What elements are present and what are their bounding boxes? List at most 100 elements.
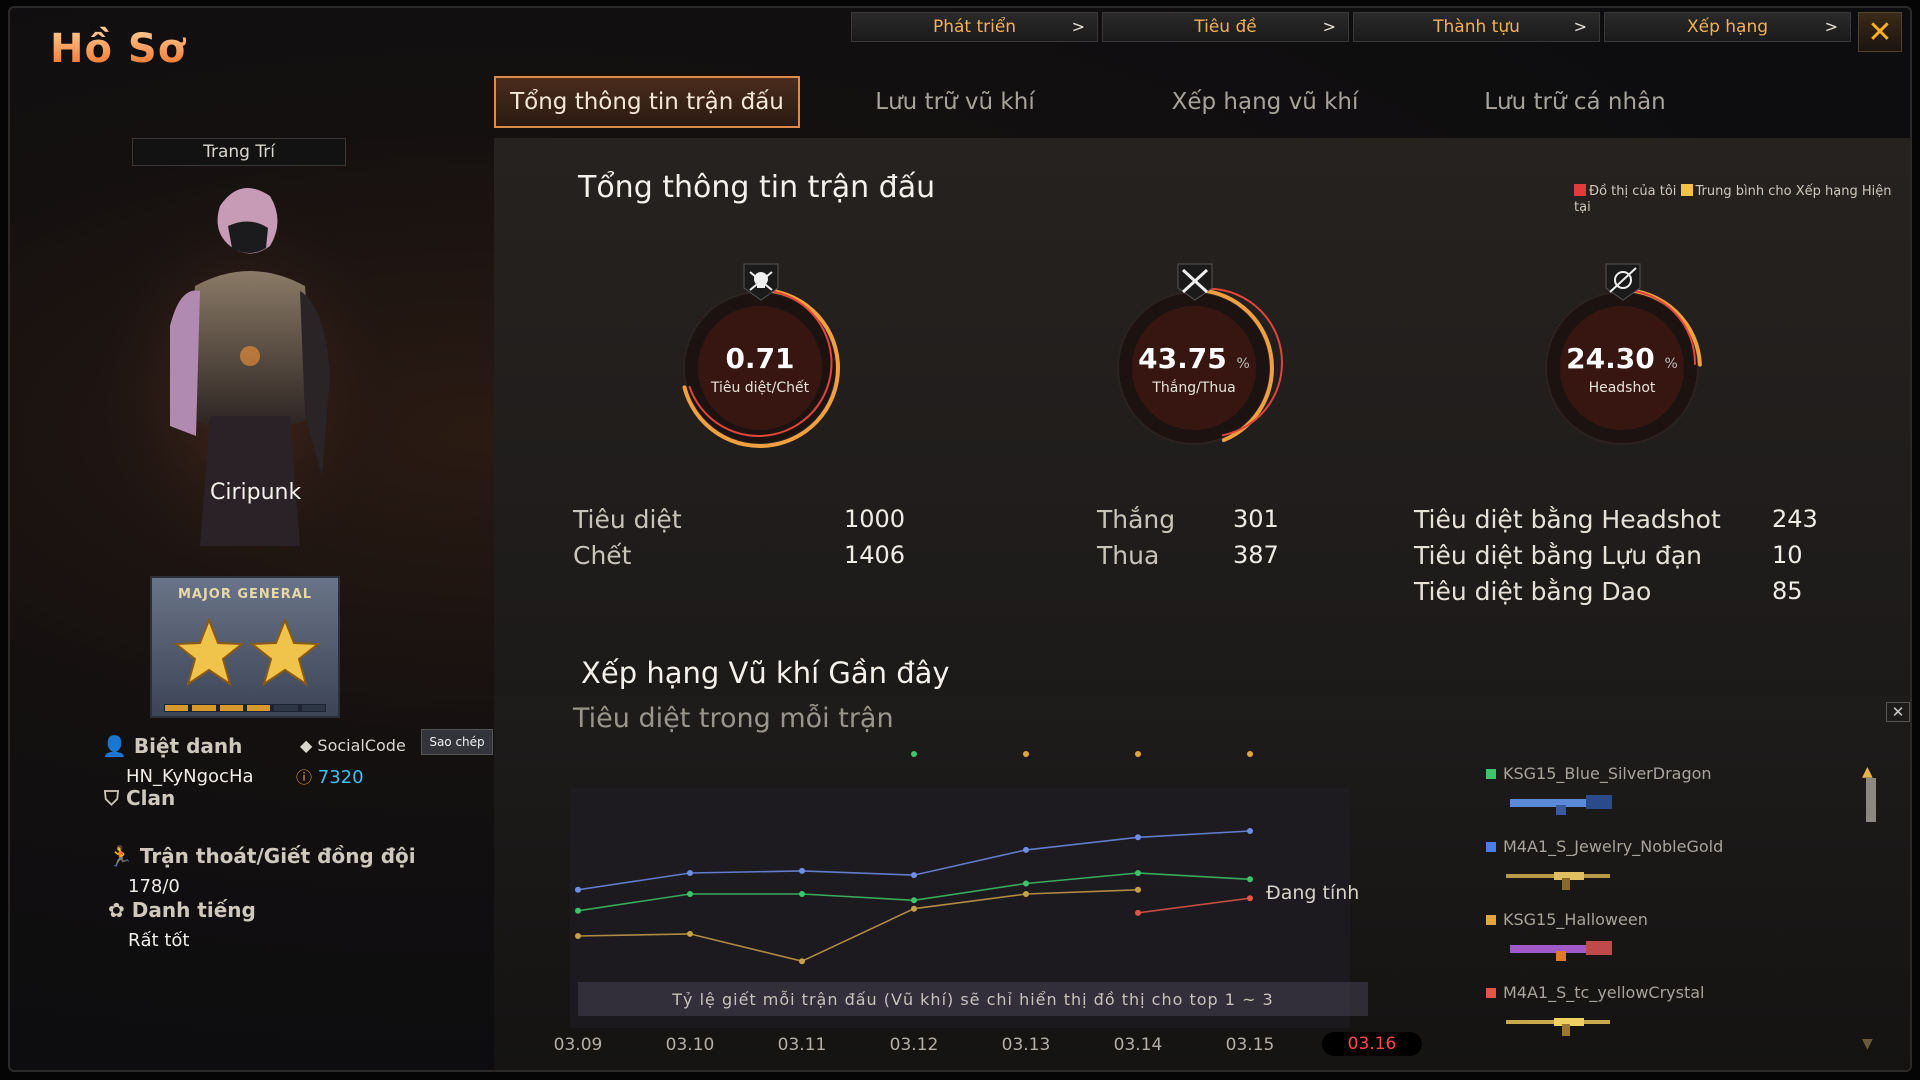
tab-personal-archive[interactable]: Lưu trữ cá nhân <box>1420 76 1730 128</box>
shotgun-icon <box>1510 941 1612 961</box>
nav-achievements-button[interactable]: Thành tựu > <box>1353 12 1600 42</box>
help-icon: ⓘ <box>296 768 313 787</box>
skull-crossbones-icon <box>743 263 779 301</box>
top-marker <box>911 751 917 757</box>
data-point <box>687 870 693 876</box>
tab-weapon-archive[interactable]: Lưu trữ vũ khí <box>800 76 1110 128</box>
tab-match-overview[interactable]: Tổng thông tin trận đấu <box>494 76 800 128</box>
chart-legend: Đồ thị của tôi Trung bình cho Xếp hạng H… <box>1574 184 1894 216</box>
data-point <box>1135 834 1141 841</box>
x-tick-label: 03.11 <box>777 1035 827 1055</box>
data-point <box>575 907 581 914</box>
x-tick-label: 03.12 <box>889 1035 939 1055</box>
nav-ranking-button[interactable]: Xếp hạng > <box>1604 12 1851 42</box>
weapon-name: KSG15_Halloween <box>1503 910 1648 929</box>
x-tick-label: 03.10 <box>665 1035 715 1055</box>
kills-label: Tiêu diệt <box>573 505 682 534</box>
data-point <box>911 897 917 904</box>
weapon-item[interactable]: M4A1_S_tc_yellowCrystal <box>1486 983 1786 1056</box>
data-point <box>687 891 693 897</box>
top-marker <box>1135 751 1141 757</box>
top-nav: Phát triển > Tiêu đề > Thành tựu > Xếp h… <box>851 12 1851 42</box>
weapon-item[interactable]: M4A1_S_Jewelry_NobleGold <box>1486 837 1786 910</box>
chevron-right-icon: > <box>1824 17 1838 36</box>
knife-kills-label: Tiêu diệt bằng Dao <box>1414 577 1652 606</box>
data-point <box>911 872 917 879</box>
star-icon <box>173 618 321 687</box>
decor-button[interactable]: Trang Trí <box>132 138 346 166</box>
rank-progress-bar <box>164 704 326 712</box>
teamkill-label: 🏃 Trận thoát/Giết đồng đội <box>108 844 416 868</box>
rifle-icon <box>1506 1018 1610 1036</box>
crossed-swords-icon <box>1177 263 1213 301</box>
copy-button[interactable]: Sao chép <box>421 729 493 755</box>
chart-status: Đang tính <box>1266 882 1360 904</box>
tag-icon: ◆ <box>300 736 313 755</box>
chevron-right-icon: > <box>1071 17 1085 36</box>
winrate-label: Thắng/Thua <box>1152 380 1236 396</box>
x-tick-label: 03.13 <box>1001 1035 1051 1055</box>
x-tick-label[interactable]: 03.16 <box>1322 1032 1422 1056</box>
winrate-value: 43.75 % <box>1138 342 1250 375</box>
weapon-name: M4A1_S_Jewelry_NobleGold <box>1503 837 1724 856</box>
scroll-down-icon[interactable]: ▼ <box>1862 1036 1873 1052</box>
shotgun-icon <box>1510 795 1612 815</box>
deaths-value: 1406 <box>844 541 906 569</box>
rifle-icon <box>1506 872 1610 890</box>
data-point <box>1135 870 1141 876</box>
kills-value: 1000 <box>844 505 906 533</box>
scroll-thumb[interactable] <box>1866 778 1876 822</box>
data-point <box>911 905 917 912</box>
user-icon: 👤 <box>102 734 127 758</box>
weapon-list-scrollbar[interactable]: ▲ ▼ <box>1862 764 1878 1052</box>
flower-icon: ✿ <box>108 898 125 922</box>
headshot-kills-value: 243 <box>1772 505 1818 533</box>
legend-swatch-mine <box>1574 184 1586 196</box>
rank-badge: MAJOR GENERAL <box>150 576 340 718</box>
tab-weapon-ranking[interactable]: Xếp hạng vũ khí <box>1110 76 1420 128</box>
rank-name: MAJOR GENERAL <box>177 587 313 602</box>
weapon-item[interactable]: KSG15_Halloween <box>1486 910 1786 983</box>
wins-value: 301 <box>1233 505 1279 533</box>
data-point <box>799 891 805 897</box>
tab-bar: Tổng thông tin trận đấu Lưu trữ vũ khí X… <box>494 76 1730 128</box>
page-title: Hồ Sơ <box>50 26 187 72</box>
teamkill-value: 178/0 <box>128 876 180 897</box>
x-tick-label: 03.09 <box>553 1035 603 1055</box>
crosshair-icon <box>1605 263 1641 301</box>
x-tick-label: 03.14 <box>1113 1035 1163 1055</box>
data-point <box>1247 895 1253 902</box>
kd-value: 0.71 <box>725 342 795 375</box>
nav-titles-button[interactable]: Tiêu đề > <box>1102 12 1349 42</box>
kd-gauge: 0.71 Tiêu diệt/Chết <box>660 263 860 468</box>
data-point <box>687 930 693 937</box>
headshot-kills-label: Tiêu diệt bằng Headshot <box>1414 505 1721 534</box>
weapon-item[interactable]: KSG15_Blue_SilverDragon <box>1486 764 1786 837</box>
chart-x-axis: 03.09 03.10 03.11 03.12 03.13 03.14 03.15 03.16 <box>550 1032 1430 1062</box>
nav-label: Xếp hạng <box>1686 17 1769 37</box>
clan-icon: ⛉ <box>104 786 119 810</box>
close-button[interactable]: ✕ <box>1858 12 1902 52</box>
chart-close-button[interactable]: ✕ <box>1886 702 1910 722</box>
weapon-color-swatch <box>1486 987 1496 998</box>
chevron-right-icon: > <box>1573 17 1587 36</box>
socialcode-label: ◆ SocialCode <box>300 736 406 755</box>
headshot-gauge: 24.30 % Headshot <box>1522 263 1722 468</box>
reputation-value: Rất tốt <box>128 930 190 951</box>
data-point <box>1023 891 1029 897</box>
nav-label: Tiêu đề <box>1194 17 1257 37</box>
data-point <box>1135 909 1141 916</box>
weapon-name: M4A1_S_tc_yellowCrystal <box>1503 983 1705 1002</box>
grenade-kills-label: Tiêu diệt bằng Lựu đạn <box>1414 541 1703 570</box>
top-marker <box>1023 751 1029 757</box>
stats-title: Tổng thông tin trận đấu <box>578 170 936 205</box>
data-point <box>1023 880 1029 887</box>
nickname-label: 👤 Biệt danh <box>102 734 243 758</box>
chevron-right-icon: > <box>1322 17 1336 36</box>
data-point <box>1247 876 1253 883</box>
headshot-label: Headshot <box>1588 380 1656 396</box>
nav-development-button[interactable]: Phát triển > <box>851 12 1098 42</box>
wins-label: Thắng <box>1097 505 1176 534</box>
data-point <box>575 933 581 939</box>
losses-value: 387 <box>1233 541 1279 569</box>
